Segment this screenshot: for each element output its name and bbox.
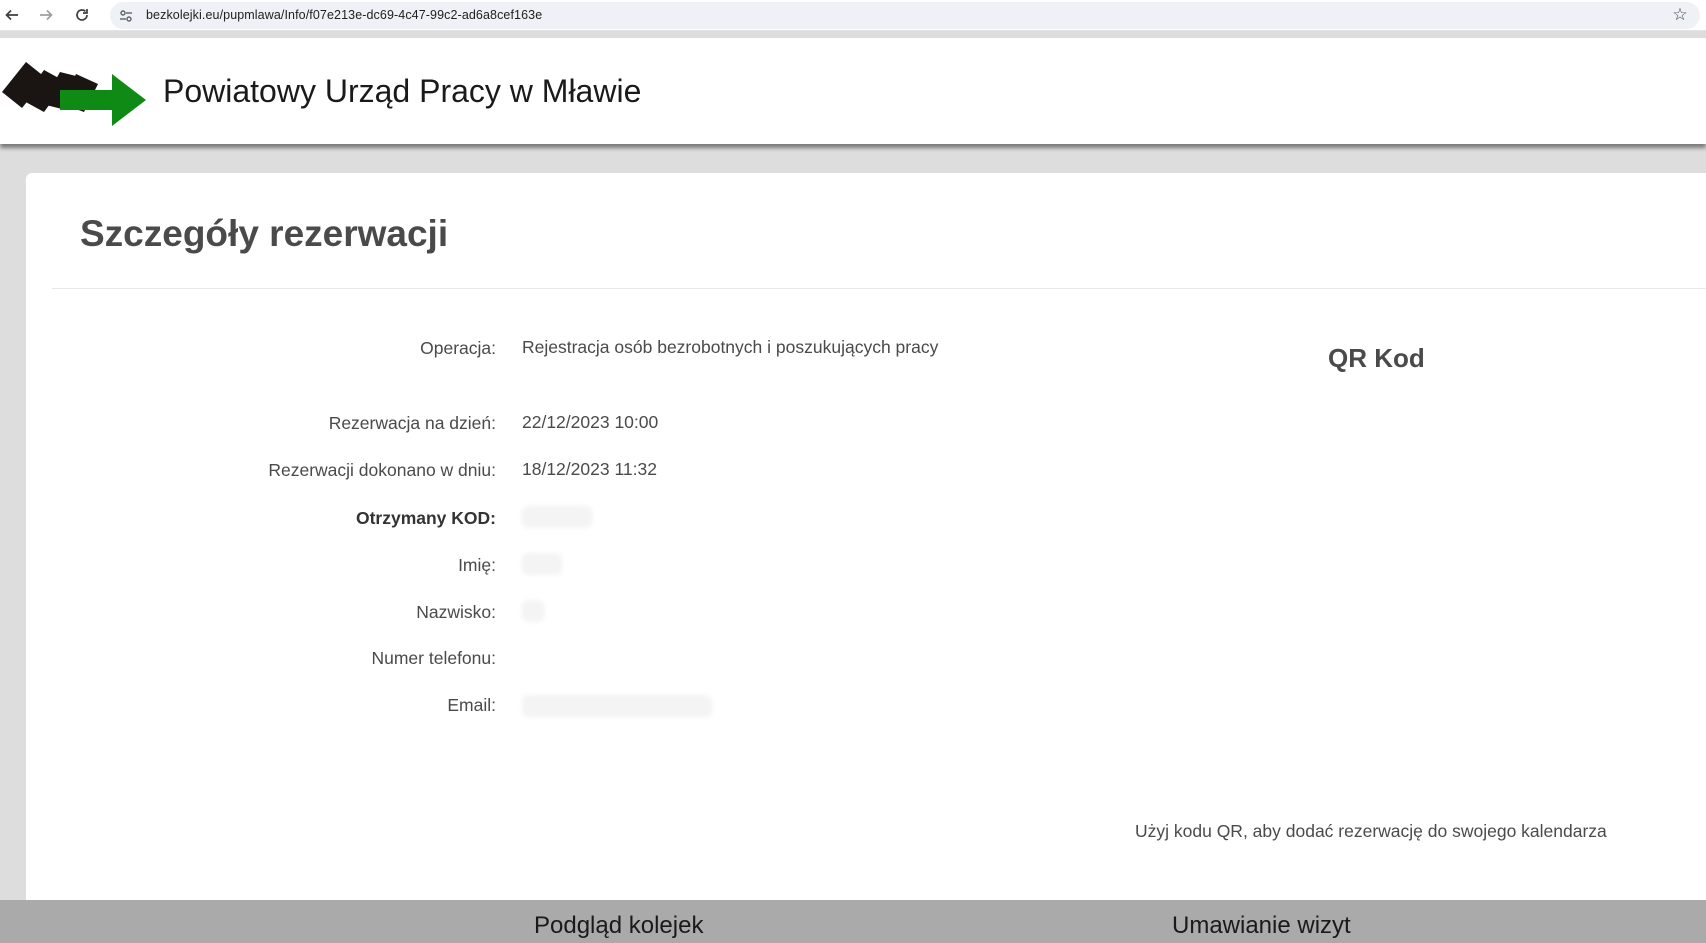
detail-label: Otrzymany KOD:: [355, 508, 496, 528]
appointments-link[interactable]: Umawianie wizyt: [1172, 912, 1351, 940]
reload-button[interactable]: [71, 4, 93, 26]
queue-preview-link[interactable]: Podgląd kolejek: [534, 912, 703, 940]
site-title[interactable]: Powiatowy Urząd Pracy w Mławie: [163, 73, 641, 110]
site-header: Powiatowy Urząd Pracy w Mławie: [0, 38, 1706, 144]
reservation-card: Szczegóły rezerwacji Operacja: Rejestrac…: [26, 173, 1706, 900]
detail-label: Operacja:: [420, 338, 496, 358]
detail-label: Nazwisko:: [416, 602, 496, 622]
redacted-value: [522, 506, 592, 528]
redacted-value: [522, 695, 712, 717]
qr-hint: Użyj kodu QR, aby dodać rezerwację do sw…: [1135, 821, 1607, 841]
qr-title: QR Kod: [1328, 343, 1425, 373]
tune-icon[interactable]: [118, 8, 134, 24]
address-bar[interactable]: bezkolejki.eu/pupmlawa/Info/f07e213e-dc6…: [110, 2, 1700, 29]
arrow-right-icon: [40, 9, 53, 21]
footer-nav: Podgląd kolejek Umawianie wizyt: [0, 900, 1706, 943]
detail-value: 22/12/2023 10:00: [522, 412, 659, 432]
detail-value: Rejestracja osób bezrobotnych i poszukuj…: [522, 337, 939, 357]
detail-label: Rezerwacji dokonano w dniu:: [268, 460, 496, 480]
star-icon[interactable]: ☆: [1670, 5, 1690, 25]
detail-label: Imię:: [458, 555, 496, 575]
back-button[interactable]: [1, 4, 23, 26]
browser-toolbar: bezkolejki.eu/pupmlawa/Info/f07e213e-dc6…: [0, 0, 1706, 31]
redacted-value: [522, 553, 562, 575]
page-title: Szczegóły rezerwacji: [80, 213, 449, 254]
detail-value: 18/12/2023 11:32: [522, 459, 657, 479]
divider: [52, 288, 1706, 289]
arrow-left-icon: [5, 9, 18, 21]
redacted-value: [522, 600, 544, 622]
url-text[interactable]: bezkolejki.eu/pupmlawa/Info/f07e213e-dc6…: [146, 8, 542, 22]
detail-label: Rezerwacja na dzień:: [328, 413, 496, 433]
forward-button[interactable]: [35, 4, 57, 26]
detail-label: Numer telefonu:: [371, 648, 496, 668]
logo[interactable]: [0, 48, 150, 130]
reload-icon: [76, 9, 88, 21]
detail-label: Email:: [447, 695, 496, 715]
